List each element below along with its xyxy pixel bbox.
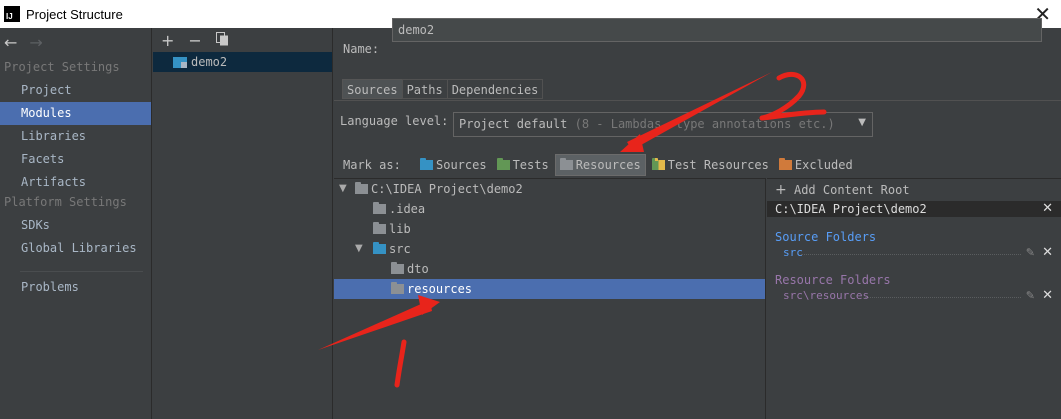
module-list-panel: + − demo2 [153,28,333,419]
tree-row-root[interactable]: ▼ C:\IDEA Project\demo2 [334,179,765,199]
source-folder-entry: src ✎ ✕ [767,245,1061,260]
mark-tests-label: Tests [512,158,549,172]
dropdown-arrow-icon: ▼ [858,117,866,128]
add-content-root-button[interactable]: + Add Content Root [767,179,1061,201]
edit-pencil-icon[interactable]: ✎ [1026,245,1035,260]
forward-arrow-icon[interactable]: → [29,33,42,52]
source-folder-icon [373,242,386,254]
sidebar-item-facets[interactable]: Facets [0,148,151,171]
remove-resource-folder-icon[interactable]: ✕ [1042,288,1053,303]
tree-label-lib: lib [389,222,411,236]
module-folder-icon [173,57,187,68]
folder-icon [373,222,386,234]
add-content-root-label: Add Content Root [793,183,910,197]
excluded-folder-icon [778,158,792,170]
expand-arrow-icon[interactable]: ▼ [339,179,347,199]
intellij-app-icon: IJ [4,6,20,22]
tree-label-resources: resources [407,282,473,296]
mark-excluded-button[interactable]: Excluded [775,154,857,176]
back-arrow-icon[interactable]: ← [4,33,17,52]
tests-folder-icon [496,158,510,170]
leader-line [865,297,1021,298]
remove-module-icon[interactable]: − [188,31,201,50]
tree-row-dto[interactable]: dto [334,259,765,279]
resource-folders-header: Resource Folders [775,273,891,287]
tab-sources[interactable]: Sources [342,79,403,99]
sidebar-item-libraries[interactable]: Libraries [0,125,151,148]
expand-arrow-icon[interactable]: ▼ [355,239,363,259]
content-folder-tree: ▼ C:\IDEA Project\demo2 .idea lib ▼ src [334,178,766,419]
leader-line [801,254,1021,255]
mark-sources-label: Sources [436,158,487,172]
source-folders-header: Source Folders [775,230,877,244]
sidebar-item-project[interactable]: Project [0,79,151,102]
project-settings-header: Project Settings [4,60,120,74]
sidebar-divider [20,271,143,272]
module-item-demo2[interactable]: demo2 [153,52,332,72]
platform-settings-header: Platform Settings [4,195,127,209]
language-level-label: Language level: [340,114,449,128]
plus-icon: + [775,182,787,198]
language-level-detail: (8 - Lambdas, type annotations etc.) [574,117,835,131]
app-icon-text: IJ [6,12,13,21]
copy-icon[interactable] [215,31,229,50]
module-name-input[interactable] [392,18,1042,42]
mark-test-resources-label: Test Resources [667,158,769,172]
module-item-label: demo2 [191,55,228,69]
tree-label-dto: dto [407,262,429,276]
sidebar-item-sdks[interactable]: SDKs [0,214,151,237]
test-resources-folder-icon [651,158,665,170]
language-level-dropdown[interactable]: Project default (8 - Lambdas, type annot… [453,112,873,137]
content-root-path: C:\IDEA Project\demo2 [775,202,927,216]
remove-root-icon[interactable]: ✕ [1042,201,1053,217]
settings-sidebar: ← → Project Settings Project Modules Lib… [0,28,152,419]
tree-label-idea: .idea [389,202,426,216]
sidebar-item-problems[interactable]: Problems [0,276,151,299]
module-toolbar: + − [153,28,332,52]
tab-dependencies[interactable]: Dependencies [446,79,544,99]
tree-label-root: C:\IDEA Project\demo2 [371,182,523,196]
tree-row-idea[interactable]: .idea [334,199,765,219]
package-folder-icon [391,262,404,274]
mark-sources-button[interactable]: Sources [416,154,491,176]
sources-folder-icon [420,158,433,170]
resource-folder-entry: src\resources ✎ ✕ [767,288,1061,303]
tree-row-resources[interactable]: resources [334,279,765,299]
name-label: Name: [343,42,380,56]
folder-icon [355,182,368,194]
edit-pencil-icon[interactable]: ✎ [1026,288,1035,303]
add-module-icon[interactable]: + [161,31,174,50]
tab-separator [334,100,1061,101]
nav-arrows: ← → [0,28,151,56]
mark-resources-button[interactable]: Resources [554,154,646,176]
module-settings: Name: Sources Paths Dependencies Languag… [334,18,1061,419]
sidebar-item-modules[interactable]: Modules [0,102,151,125]
source-folder-path: src [783,246,803,259]
resources-folder-icon [391,282,404,294]
content-root-header: C:\IDEA Project\demo2 ✕ [767,201,1061,217]
sidebar-item-global-libraries[interactable]: Global Libraries [0,237,151,260]
content-roots-panel: + Add Content Root C:\IDEA Project\demo2… [767,178,1061,419]
folder-icon [373,202,386,214]
mark-as-label: Mark as: [343,158,401,172]
resources-folder-icon [559,158,573,170]
mark-tests-button[interactable]: Tests [493,154,553,176]
language-level-value: Project default [459,117,568,131]
module-tabs: Sources Paths Dependencies [342,79,544,99]
resource-folder-path: src\resources [783,289,870,302]
remove-source-folder-icon[interactable]: ✕ [1042,245,1053,260]
tab-paths[interactable]: Paths [401,79,448,99]
mark-resources-label: Resources [575,158,641,172]
window-title: Project Structure [26,6,123,22]
mark-as-toolbar: Mark as: Sources Tests Resources Test Re… [334,154,1061,176]
mark-excluded-label: Excluded [794,158,853,172]
tree-label-src: src [389,242,411,256]
tree-row-lib[interactable]: lib [334,219,765,239]
mark-test-resources-button[interactable]: Test Resources [648,154,773,176]
tree-row-src[interactable]: ▼ src [334,239,765,259]
name-row: Name: [334,42,384,56]
